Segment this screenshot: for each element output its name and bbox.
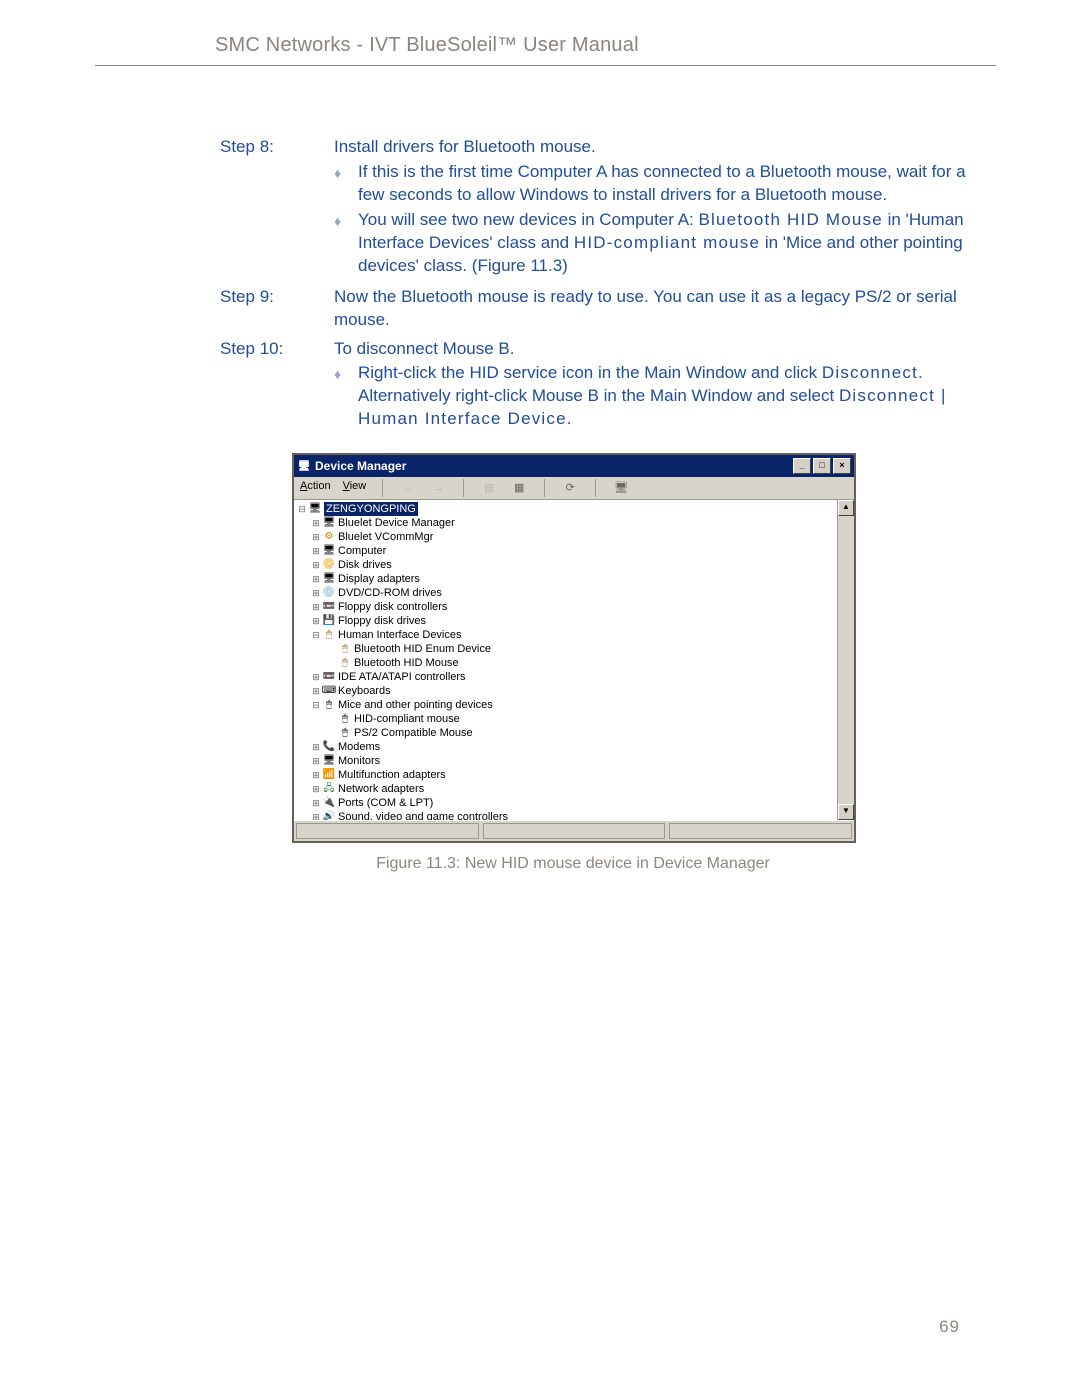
dm-tree[interactable]: ⊟ZENGYONGPING ⊞Bluelet Device Manager ⊞B… (294, 500, 837, 820)
tree-node-expanded[interactable]: ⊟Human Interface Devices (296, 628, 837, 642)
display-icon (322, 573, 336, 585)
step-8-bullet-1: ♦ If this is the first time Computer A h… (334, 161, 996, 207)
tree-node[interactable]: ⊞Multifunction adapters (296, 768, 837, 782)
step-9-label: Step 9: (220, 286, 334, 332)
diamond-icon: ♦ (334, 161, 358, 207)
hid-icon (322, 629, 336, 641)
computer-icon (322, 545, 336, 557)
tree-node[interactable]: ⊞DVD/CD-ROM drives (296, 586, 837, 600)
menu-action[interactable]: Action (300, 479, 331, 497)
step-9: Step 9: Now the Bluetooth mouse is ready… (220, 286, 996, 332)
network-icon (322, 783, 336, 795)
tree-node[interactable]: ⊞Ports (COM & LPT) (296, 796, 837, 810)
manual-page: SMC Networks - IVT BlueSoleil™ User Manu… (0, 0, 1080, 1397)
figure-caption: Figure 11.3: New HID mouse device in Dev… (292, 853, 854, 875)
header-title: SMC Networks - IVT BlueSoleil™ User Manu… (215, 34, 639, 56)
dm-statusbar (294, 820, 854, 841)
dm-body: ⊟ZENGYONGPING ⊞Bluelet Device Manager ⊞B… (294, 500, 854, 820)
step-10: Step 10: To disconnect Mouse B. ♦ Right-… (220, 338, 996, 434)
disk-icon (322, 559, 336, 571)
floppy-icon (322, 615, 336, 627)
scroll-down-icon[interactable]: ▼ (838, 804, 854, 820)
toolbar-view-icon[interactable]: ▦ (510, 479, 528, 497)
tree-node[interactable]: ⊞Bluelet Device Manager (296, 516, 837, 530)
diamond-icon: ♦ (334, 362, 358, 431)
tree-node[interactable]: ⊞Floppy disk drives (296, 614, 837, 628)
diamond-icon: ♦ (334, 209, 358, 278)
tree-root[interactable]: ⊟ZENGYONGPING (296, 502, 837, 516)
toolbar-scan-icon[interactable]: 🖥 (612, 479, 630, 497)
toolbar-prop-icon[interactable]: ▤ (480, 479, 498, 497)
computer-icon (308, 503, 322, 515)
sound-icon (322, 811, 336, 820)
hid-icon (338, 643, 352, 655)
dm-title-text: Device Manager (315, 458, 406, 474)
step-10-bullet-1: ♦ Right-click the HID service icon in th… (334, 362, 996, 431)
step-8: Step 8: Install drivers for Bluetooth mo… (220, 136, 996, 280)
menu-view[interactable]: View (343, 479, 367, 497)
tree-node[interactable]: ⊞Computer (296, 544, 837, 558)
toolbar-refresh-icon[interactable]: ⟳ (561, 479, 579, 497)
step-10-title: To disconnect Mouse B. (334, 338, 996, 361)
mouse-icon (338, 727, 352, 739)
tree-leaf[interactable]: HID-compliant mouse (296, 712, 837, 726)
mouse-icon (322, 699, 336, 711)
step-8-bullet-1-text: If this is the first time Computer A has… (358, 161, 996, 207)
maximize-button[interactable]: □ (813, 458, 831, 474)
hid-icon (338, 657, 352, 669)
page-content: Step 8: Install drivers for Bluetooth mo… (95, 66, 996, 875)
tree-leaf[interactable]: PS/2 Compatible Mouse (296, 726, 837, 740)
controller-icon (322, 601, 336, 613)
tree-node[interactable]: ⊞IDE ATA/ATAPI controllers (296, 670, 837, 684)
scroll-up-icon[interactable]: ▲ (838, 500, 854, 516)
tree-node[interactable]: ⊞Keyboards (296, 684, 837, 698)
cdrom-icon (322, 587, 336, 599)
dm-titlebar[interactable]: 🖥 Device Manager _ □ × (294, 455, 854, 477)
step-10-bullet-1-text: Right-click the HID service icon in the … (358, 362, 996, 431)
figure-11-3: 🖥 Device Manager _ □ × Action View ← → ▤… (292, 453, 854, 875)
tree-leaf[interactable]: Bluetooth HID Mouse (296, 656, 837, 670)
step-8-bullets: ♦ If this is the first time Computer A h… (334, 161, 996, 278)
step-8-label: Step 8: (220, 136, 334, 280)
tree-node[interactable]: ⊞Display adapters (296, 572, 837, 586)
modem-icon (322, 741, 336, 753)
page-header: SMC Networks - IVT BlueSoleil™ User Manu… (95, 34, 996, 66)
minimize-button[interactable]: _ (793, 458, 811, 474)
tree-node[interactable]: ⊞Disk drives (296, 558, 837, 572)
tree-node-expanded[interactable]: ⊟Mice and other pointing devices (296, 698, 837, 712)
keyboard-icon (322, 685, 336, 697)
step-10-body: To disconnect Mouse B. ♦ Right-click the… (334, 338, 996, 434)
tree-node[interactable]: ⊞Modems (296, 740, 837, 754)
step-8-title: Install drivers for Bluetooth mouse. (334, 136, 996, 159)
dm-app-icon: 🖥 (297, 459, 311, 473)
device-icon (322, 517, 336, 529)
tree-leaf[interactable]: Bluetooth HID Enum Device (296, 642, 837, 656)
controller-icon (322, 671, 336, 683)
toolbar-forward-icon[interactable]: → (429, 479, 447, 497)
tree-node[interactable]: ⊞Bluelet VCommMgr (296, 530, 837, 544)
step-8-bullet-2-text: You will see two new devices in Computer… (358, 209, 996, 278)
tree-node[interactable]: ⊞Monitors (296, 754, 837, 768)
tree-node[interactable]: ⊞Floppy disk controllers (296, 600, 837, 614)
close-button[interactable]: × (833, 458, 851, 474)
step-8-body: Install drivers for Bluetooth mouse. ♦ I… (334, 136, 996, 280)
step-10-label: Step 10: (220, 338, 334, 434)
device-icon (322, 531, 336, 543)
step-8-bullet-2: ♦ You will see two new devices in Comput… (334, 209, 996, 278)
dm-menubar: Action View ← → ▤ ▦ ⟳ 🖥 (294, 477, 854, 500)
dm-scrollbar[interactable]: ▲ ▼ (837, 500, 854, 820)
toolbar-back-icon[interactable]: ← (399, 479, 417, 497)
multifunction-icon (322, 769, 336, 781)
mouse-icon (338, 713, 352, 725)
monitor-icon (322, 755, 336, 767)
step-9-body: Now the Bluetooth mouse is ready to use.… (334, 286, 996, 332)
tree-node[interactable]: ⊞Network adapters (296, 782, 837, 796)
page-number: 69 (939, 1317, 960, 1337)
device-manager-window: 🖥 Device Manager _ □ × Action View ← → ▤… (292, 453, 856, 843)
step-10-bullets: ♦ Right-click the HID service icon in th… (334, 362, 996, 431)
ports-icon (322, 797, 336, 809)
tree-node[interactable]: ⊞Sound, video and game controllers (296, 810, 837, 820)
